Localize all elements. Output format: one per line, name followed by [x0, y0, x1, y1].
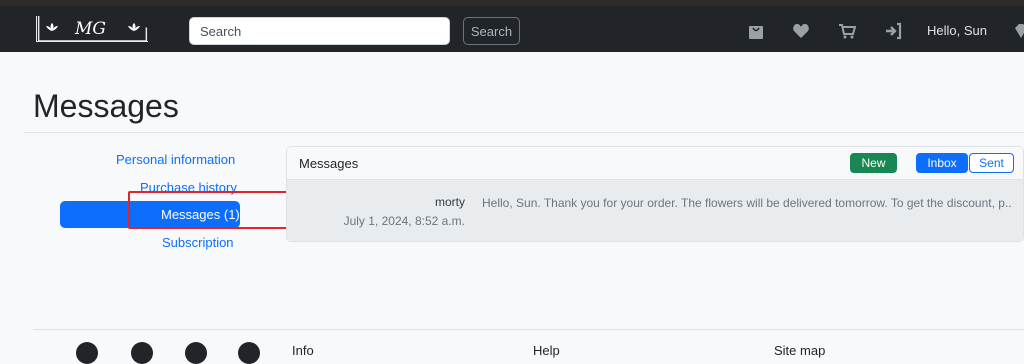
message-sender: morty — [435, 195, 465, 209]
facebook-icon[interactable] — [76, 342, 98, 364]
search-button[interactable]: Search — [463, 17, 520, 45]
inbox-button[interactable]: Inbox — [916, 153, 968, 173]
footer-heading-info: Info — [292, 343, 314, 358]
footer-heading-help: Help — [533, 343, 560, 358]
diamond-icon[interactable] — [1012, 22, 1024, 40]
message-preview: Hello, Sun. Thank you for your order. Th… — [482, 196, 1012, 210]
sidebar-item-subscription[interactable]: Subscription — [162, 235, 234, 250]
sent-button[interactable]: Sent — [969, 153, 1014, 173]
cart-icon[interactable] — [838, 22, 856, 40]
twitter-icon[interactable] — [131, 342, 153, 364]
footer-heading-site-map: Site map — [774, 343, 826, 358]
title-divider — [24, 132, 1024, 133]
lotus-icon — [46, 23, 58, 31]
highlight-annotation — [128, 191, 289, 229]
sign-out-icon[interactable] — [884, 22, 902, 40]
footer-divider — [33, 329, 1024, 330]
user-greeting[interactable]: Hello, Sun — [927, 23, 987, 38]
shopping-bag-icon[interactable] — [747, 22, 765, 40]
sidebar-item-personal-information[interactable]: Personal information — [116, 152, 235, 167]
heart-icon[interactable] — [792, 22, 810, 40]
message-row[interactable]: morty July 1, 2024, 8:52 a.m. Hello, Sun… — [287, 180, 1023, 241]
search-input[interactable] — [189, 17, 450, 45]
lotus-icon — [128, 23, 140, 31]
messages-card-header: Messages New Inbox Sent — [287, 147, 1023, 180]
top-navbar: MG Search Hello, Sun — [0, 6, 1024, 52]
card-title: Messages — [299, 156, 359, 171]
page-title: Messages — [33, 88, 179, 124]
instagram-icon[interactable] — [185, 342, 207, 364]
message-date: July 1, 2024, 8:52 a.m. — [343, 214, 465, 228]
messages-card: Messages New Inbox Sent morty July 1, 20… — [286, 146, 1024, 242]
logo-text: MG — [75, 19, 106, 39]
new-message-button[interactable]: New — [850, 153, 897, 173]
site-logo[interactable]: MG — [36, 16, 148, 42]
youtube-icon[interactable] — [238, 342, 260, 364]
